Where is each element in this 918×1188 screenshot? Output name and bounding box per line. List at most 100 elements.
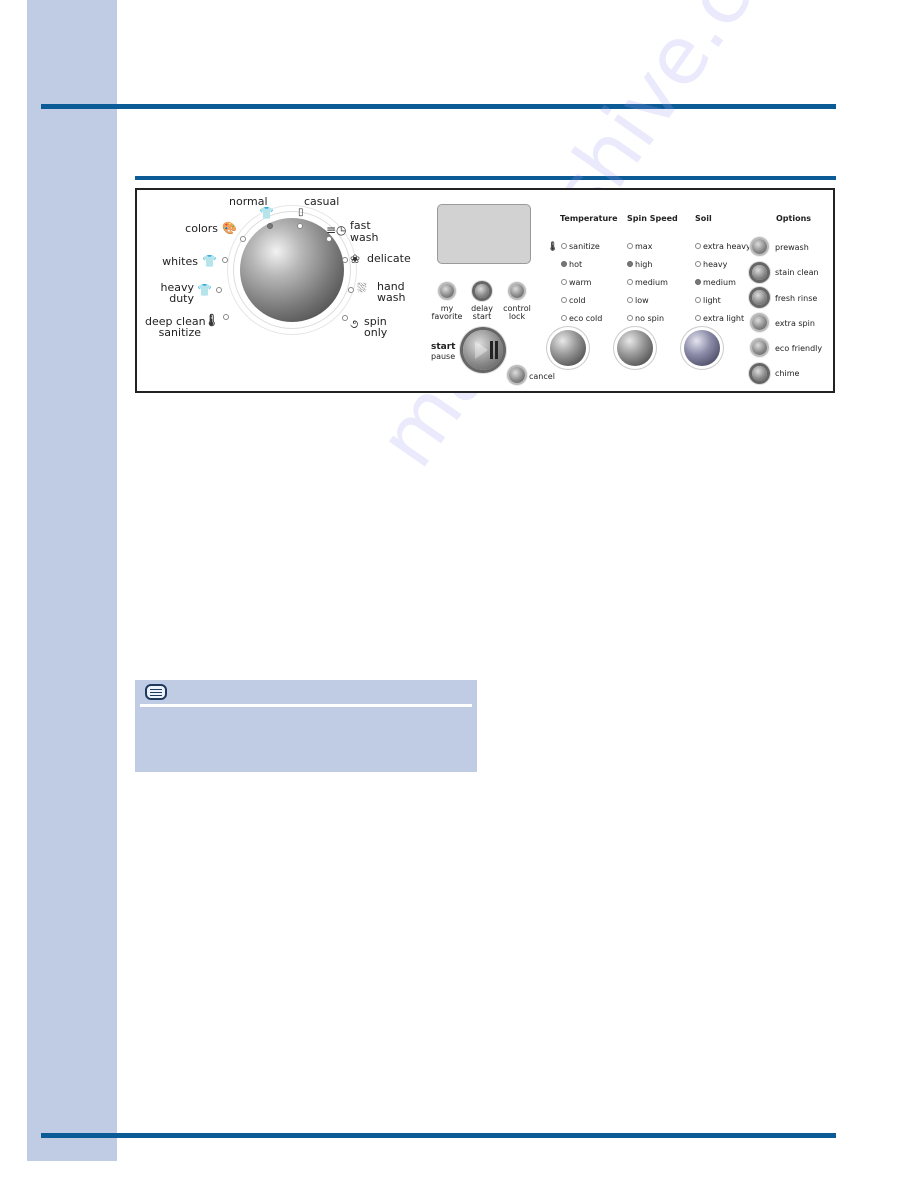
cycle-label-fast: fast — [350, 219, 371, 232]
spiral-icon: ૭ — [350, 317, 359, 331]
lcd-display — [437, 204, 531, 264]
header-rule — [41, 104, 836, 109]
temperature-title: Temperature — [560, 214, 618, 223]
pause-icon — [490, 341, 493, 359]
flower-icon: ❀ — [350, 252, 361, 266]
speech-bubble-note-icon — [145, 684, 167, 700]
temp-option-sanitize[interactable] — [561, 243, 567, 249]
cycle-label-casual: casual — [304, 195, 340, 208]
sparkle-shirt-icon: 👕 — [202, 254, 217, 268]
footer-rule — [41, 1133, 836, 1138]
cancel-button[interactable] — [509, 367, 525, 383]
soil-option-heavy[interactable] — [695, 261, 701, 267]
pause-label: pause — [431, 352, 456, 361]
option-button-stain-clean[interactable] — [752, 265, 767, 280]
spin-speed-knob[interactable] — [617, 330, 653, 366]
cycle-indicator-normal[interactable] — [267, 223, 273, 229]
cycle-indicator-colors[interactable] — [240, 236, 246, 242]
temp-option-hot[interactable] — [561, 261, 567, 267]
spin-option-low[interactable] — [627, 297, 633, 303]
soil-label: medium — [703, 278, 736, 287]
cancel-label: cancel — [529, 372, 555, 381]
soil-label: extra heavy — [703, 242, 751, 251]
cycle-indicator-fast-wash[interactable] — [326, 236, 332, 242]
start-pause-button[interactable] — [463, 330, 503, 370]
cycle-label-duty: duty — [169, 292, 194, 305]
cycle-label-hand-wash-line2: wash — [377, 291, 406, 304]
soil-option-light[interactable] — [695, 297, 701, 303]
option-label: chime — [775, 369, 800, 378]
tshirt-icon: 👕 — [259, 206, 274, 220]
spin-label: max — [635, 242, 653, 251]
heavy-shirt-icon: 👕 — [197, 283, 212, 297]
option-button-chime[interactable] — [752, 366, 767, 381]
option-label: prewash — [775, 243, 809, 252]
section-rule — [135, 176, 836, 180]
control-lock-button[interactable] — [510, 284, 524, 298]
spin-option-max[interactable] — [627, 243, 633, 249]
note-box — [135, 680, 477, 772]
spin-option-high[interactable] — [627, 261, 633, 267]
note-divider — [140, 704, 472, 707]
option-label: extra spin — [775, 319, 815, 328]
cycle-indicator-deep-clean-sanitize[interactable] — [223, 314, 229, 320]
temp-label: eco cold — [569, 314, 603, 323]
my-favorite-label-2: favorite — [431, 312, 463, 321]
temp-label: hot — [569, 260, 583, 269]
temp-label: warm — [569, 278, 592, 287]
cycle-label-whites: whites — [162, 255, 198, 268]
clock-speed-icon: ≡◷ — [326, 223, 347, 237]
soil-option-medium[interactable] — [695, 279, 701, 285]
soil-label: heavy — [703, 260, 728, 269]
option-button-prewash[interactable] — [752, 239, 767, 254]
temp-option-eco-cold[interactable] — [561, 315, 567, 321]
pause-icon-bar — [495, 341, 498, 359]
page-sidebar-band — [27, 0, 117, 1161]
soil-option-extra-heavy[interactable] — [695, 243, 701, 249]
control-lock-label-2: lock — [508, 312, 526, 321]
cycle-label-only: only — [364, 326, 388, 339]
spin-label: medium — [635, 278, 668, 287]
option-button-extra-spin[interactable] — [752, 315, 767, 330]
temp-option-cold[interactable] — [561, 297, 567, 303]
cycle-label-wash: wash — [350, 231, 379, 244]
option-label: eco friendly — [775, 344, 823, 353]
cycle-indicator-whites[interactable] — [222, 257, 228, 263]
delay-start-label-2: start — [472, 312, 492, 321]
cycle-indicator-spin-only[interactable] — [342, 315, 348, 321]
hand-wash-icon: ⛆ — [357, 281, 367, 295]
cycle-indicator-hand-wash[interactable] — [348, 287, 354, 293]
option-label: stain clean — [775, 268, 819, 277]
thermometer-plus-icon: 🌡 — [204, 313, 220, 327]
temp-label: sanitize — [569, 242, 600, 251]
shirt-collar-icon: ▯ — [298, 207, 304, 218]
my-favorite-button[interactable] — [440, 284, 454, 298]
spin-label: low — [635, 296, 649, 305]
thermometer-plus-icon: 🌡 — [547, 242, 559, 252]
spin-label: no spin — [635, 314, 665, 323]
temp-label: cold — [569, 296, 586, 305]
soil-option-extra-light[interactable] — [695, 315, 701, 321]
spin-speed-title: Spin Speed — [627, 214, 678, 223]
option-button-fresh-rinse[interactable] — [752, 290, 767, 305]
option-button-eco-friendly[interactable] — [752, 340, 767, 355]
delay-start-button[interactable] — [475, 284, 489, 298]
spin-option-no-spin[interactable] — [627, 315, 633, 321]
cycle-label-colors: colors — [185, 222, 218, 235]
soil-title: Soil — [695, 214, 712, 223]
play-icon — [475, 341, 488, 359]
spin-label: high — [635, 260, 653, 269]
soil-knob[interactable] — [684, 330, 720, 366]
cycle-indicator-delicate[interactable] — [342, 257, 348, 263]
cycle-label-sanitize: sanitize — [158, 326, 201, 339]
cycle-indicator-heavy-duty[interactable] — [216, 287, 222, 293]
cycle-label-delicate: delicate — [367, 252, 411, 265]
temperature-knob[interactable] — [550, 330, 586, 366]
cycle-indicator-casual[interactable] — [297, 223, 303, 229]
temp-option-warm[interactable] — [561, 279, 567, 285]
start-label: start — [431, 342, 456, 352]
soil-label: light — [703, 296, 721, 305]
spin-option-medium[interactable] — [627, 279, 633, 285]
soil-label: extra light — [703, 314, 745, 323]
palette-icon: 🎨 — [222, 221, 237, 235]
